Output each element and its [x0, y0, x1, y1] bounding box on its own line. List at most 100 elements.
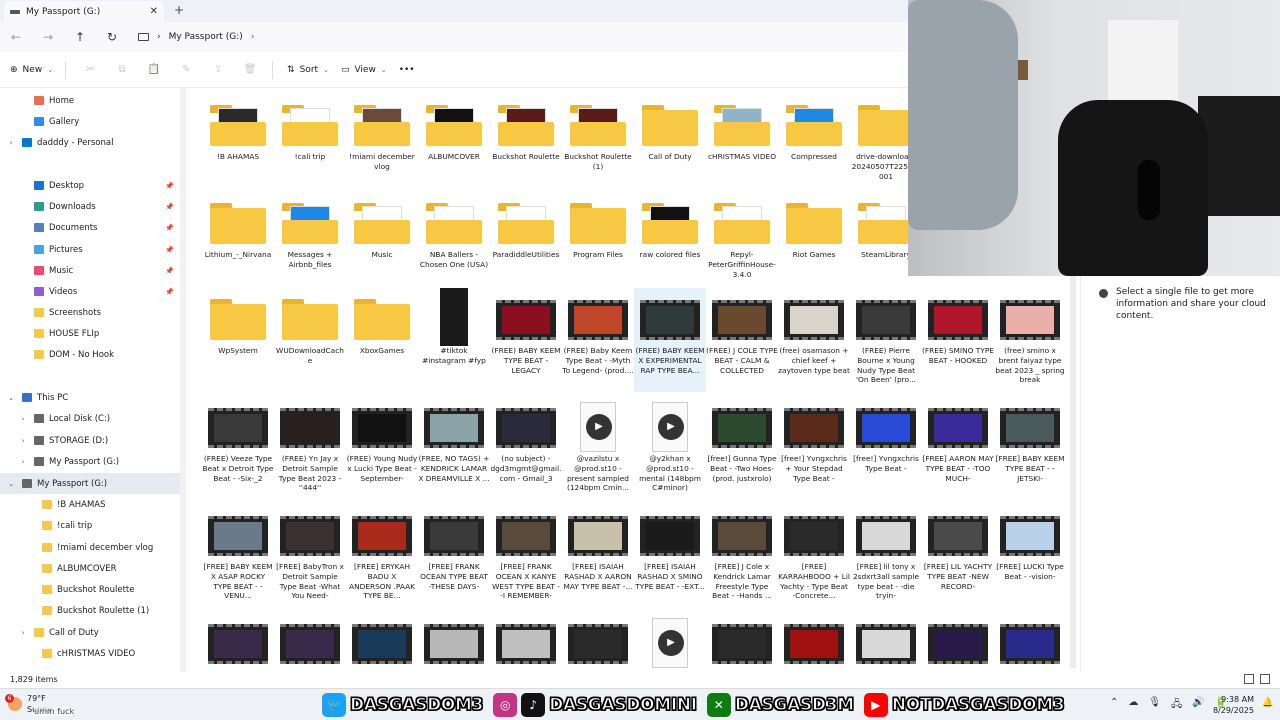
folder-item[interactable]: Music — [346, 192, 418, 296]
folder-item[interactable]: Call of Duty — [634, 94, 706, 198]
sidebar-item-christmas-video[interactable]: cHRISTMAS VIDEO — [0, 643, 180, 664]
breadcrumb[interactable]: › My Passport (G:) › — [138, 32, 254, 42]
sort-button[interactable]: ⇅ Sort ⌄ — [287, 65, 329, 75]
folder-item[interactable]: Repyl-PeterGriffinHouse-3.4.0 — [706, 192, 778, 296]
folder-item[interactable]: !B AHAMAS — [202, 94, 274, 198]
folder-item[interactable]: Lithium_-_Nirvana — [202, 192, 274, 296]
sidebar-item-desktop[interactable]: Desktop 📌 — [0, 175, 180, 196]
folder-item[interactable]: Riot Games — [778, 192, 850, 296]
expand-chevron-icon[interactable]: ⌄ — [0, 480, 22, 488]
tiles-view-icon[interactable] — [1260, 674, 1270, 684]
video-file-item[interactable]: (FREE) Veeze Type Beat x Detroit Type Be… — [202, 396, 274, 500]
folder-item[interactable]: ALBUMCOVER — [418, 94, 490, 198]
network-icon[interactable]: 🖧 — [1171, 697, 1182, 714]
folder-item[interactable]: WpSystem — [202, 288, 274, 392]
folder-item[interactable]: Compressed — [778, 94, 850, 198]
sidebar-item-buckshot-roulette[interactable]: Buckshot Roulette — [0, 579, 180, 600]
folder-item[interactable]: Messages + Airbnb_files — [274, 192, 346, 296]
video-file-item[interactable]: [FREE] ISAIAH RASHAD X SMINO TYPE BEAT -… — [634, 504, 706, 608]
video-file-item[interactable]: [FREE] FRANK OCEAN X KANYE WEST TYPE BEA… — [490, 504, 562, 608]
sidebar-item-videos[interactable]: Videos 📌 — [0, 281, 180, 302]
folder-item[interactable]: cHRISTMAS VIDEO — [706, 94, 778, 198]
video-file-item[interactable]: (FREE, NO TAGS) + KENDRICK LAMAR X DREAM… — [418, 396, 490, 500]
new-button[interactable]: ⊕ New ⌄ — [10, 65, 53, 75]
sidebar-item-home[interactable]: Home — [0, 90, 180, 111]
audio-file-item[interactable]: ▶ @vazilstu x @prod.st10 - present sample… — [562, 396, 634, 500]
up-button[interactable]: ↑ — [64, 30, 96, 44]
rename-icon[interactable]: ✎ — [176, 64, 196, 75]
sidebar-item-miami-december-vlog[interactable]: !miami december vlog — [0, 537, 180, 558]
sidebar-item-my-passport-g[interactable]: › My Passport (G:) — [0, 451, 180, 472]
video-file-item[interactable]: [FREE] ERYKAH BADU X ANDERSON .PAAK TYPE… — [346, 504, 418, 608]
expand-chevron-icon[interactable]: ⌄ — [0, 394, 22, 402]
folder-item[interactable]: raw colored files — [634, 192, 706, 296]
pin-icon[interactable]: 📌 — [165, 267, 174, 275]
video-file-item[interactable]: [FREE] ISAIAH RASHAD X AARON MAY TYPE BE… — [562, 504, 634, 608]
video-file-item[interactable]: (FREE) Young Nudy x Lucki Type Beat -Sep… — [346, 396, 418, 500]
expand-chevron-icon[interactable]: › — [12, 437, 34, 445]
video-file-item[interactable]: [free!] Gunna Type Beat - -Two Hoes- (pr… — [706, 396, 778, 500]
audio-file-item[interactable]: ▶ @y2khan x @prod.st10 - mental (148bpm C… — [634, 396, 706, 500]
video-file-item[interactable] — [274, 612, 346, 672]
folder-item[interactable]: ParadiddleUtilities — [490, 192, 562, 296]
sidebar-item-documents[interactable]: Documents 📌 — [0, 217, 180, 238]
sidebar-item-this-pc[interactable]: ⌄ This PC — [0, 387, 180, 408]
video-file-item[interactable] — [202, 612, 274, 672]
video-file-item[interactable]: (FREE) Yn Jay x Detroit Sample Type Beat… — [274, 396, 346, 500]
microphone-icon[interactable]: 🎙 — [1148, 697, 1161, 714]
video-file-item[interactable]: [FREE] KARRAHBOOO + Lil Yachty - Type Be… — [778, 504, 850, 608]
share-icon[interactable]: ⇪ — [208, 64, 228, 75]
video-file-item[interactable] — [850, 612, 922, 672]
video-file-item[interactable] — [562, 612, 634, 672]
sidebar-item-call-of-duty[interactable]: › Call of Duty — [0, 622, 180, 643]
sidebar-item-music[interactable]: Music 📌 — [0, 260, 180, 281]
sidebar-item-gallery[interactable]: Gallery — [0, 111, 180, 132]
breadcrumb-current[interactable]: My Passport (G:) — [169, 32, 243, 42]
expand-chevron-icon[interactable]: › — [0, 139, 22, 147]
video-file-item[interactable] — [778, 612, 850, 672]
sidebar-item-dadddy-personal[interactable]: › dadddy - Personal — [0, 132, 180, 153]
tab-my-passport[interactable]: My Passport (G:) ✕ — [4, 1, 164, 22]
expand-chevron-icon[interactable]: › — [12, 458, 34, 466]
paste-icon[interactable]: 📋 — [144, 64, 164, 75]
video-file-item[interactable]: [FREE] BabyTron x Detroit Sample Type Be… — [274, 504, 346, 608]
video-file-item[interactable] — [346, 612, 418, 672]
folder-item[interactable]: WUDownloadCache — [274, 288, 346, 392]
folder-item[interactable]: Buckshot Roulette (1) — [562, 94, 634, 198]
view-button[interactable]: ▭ View ⌄ — [341, 65, 387, 75]
video-file-item[interactable]: (FREE) BABY KEEM X EXPERIMENTAL RAP TYPE… — [634, 288, 706, 392]
video-file-item[interactable]: [FREE] LUCKI Type Beat - -vision- — [994, 504, 1066, 608]
folder-item[interactable]: Buckshot Roulette — [490, 94, 562, 198]
volume-icon[interactable]: 🔊 — [1192, 697, 1204, 714]
copy-icon[interactable]: ⧉ — [112, 64, 132, 75]
video-file-item[interactable]: (FREE) SMINO TYPE BEAT - HOOKED — [922, 288, 994, 392]
breadcrumb-chevron[interactable]: › — [157, 32, 161, 42]
delete-icon[interactable]: 🗑 — [240, 64, 260, 75]
pin-icon[interactable]: 📌 — [165, 182, 174, 190]
video-file-item[interactable]: [free!] Yvngxchris + Your Stepdad Type B… — [778, 396, 850, 500]
folder-item[interactable]: NBA Ballers - Chosen One (USA) — [418, 192, 490, 296]
video-file-item[interactable]: (FREE) J COLE TYPE BEAT - CALM & COLLECT… — [706, 288, 778, 392]
video-file-item[interactable]: (FREE) Baby Keem Type Beat - -Myth To Le… — [562, 288, 634, 392]
sidebar-item-local-disk-c[interactable]: › Local Disk (C:) — [0, 408, 180, 429]
sidebar-item-cali-trip[interactable]: !cali trip — [0, 515, 180, 536]
folder-item[interactable]: !cali trip — [274, 94, 346, 198]
video-file-item[interactable] — [922, 612, 994, 672]
video-file-item[interactable]: [FREE] AARON MAY TYPE BEAT - -TOO MUCH- — [922, 396, 994, 500]
expand-chevron-icon[interactable]: › — [12, 629, 34, 637]
video-file-item[interactable]: (FREE) Pierre Bourne x Young Nudy Type B… — [850, 288, 922, 392]
video-file-item[interactable]: [FREE] FRANK OCEAN TYPE BEAT -THESE DAYS… — [418, 504, 490, 608]
notification-bell-icon[interactable]: 🔔 — [1262, 698, 1273, 708]
sidebar-item-dom-no-hook[interactable]: DOM - No Hook — [0, 344, 180, 365]
pin-icon[interactable]: 📌 — [165, 288, 174, 296]
sidebar-item-b-ahamas[interactable]: !B AHAMAS — [0, 494, 180, 515]
video-file-item[interactable]: [FREE] BABY KEEM TYPE BEAT - -JETSKI- — [994, 396, 1066, 500]
sidebar-item-screenshots[interactable]: Screenshots — [0, 302, 180, 323]
video-file-item[interactable]: (no subject) - dgd3mgmt@gmail.com - Gmai… — [490, 396, 562, 500]
more-options-button[interactable]: ••• — [399, 65, 415, 75]
video-file-item[interactable]: [FREE] J Cole x Kendrick Lamar Freestyle… — [706, 504, 778, 608]
sidebar-item-house-flip[interactable]: HOUSE FLIp — [0, 323, 180, 344]
sidebar-item-buckshot-roulette-1[interactable]: Buckshot Roulette (1) — [0, 600, 180, 621]
video-file-item[interactable] — [706, 612, 778, 672]
folder-item[interactable]: XboxGames — [346, 288, 418, 392]
